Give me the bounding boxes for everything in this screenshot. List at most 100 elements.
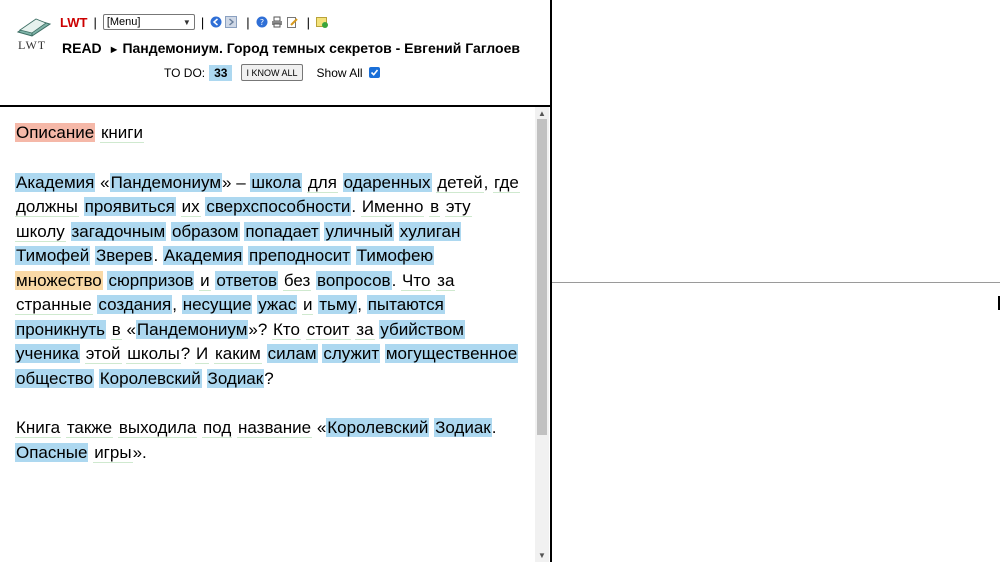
word-term[interactable]: Зверев xyxy=(94,246,154,265)
scroll-up-arrow-icon[interactable]: ▲ xyxy=(538,109,546,118)
lwt-home-link[interactable]: LWT xyxy=(60,15,87,30)
word-term[interactable]: могущественное xyxy=(384,344,519,363)
word-term[interactable]: одаренных xyxy=(342,172,432,192)
word-term[interactable]: выходила xyxy=(117,418,198,438)
word-term[interactable]: где xyxy=(493,172,520,193)
punctuation: , xyxy=(172,295,182,314)
word-term[interactable]: школу xyxy=(15,221,66,242)
word-term[interactable]: школы xyxy=(126,344,181,364)
word-term[interactable]: Тимофею xyxy=(355,246,435,265)
word-term[interactable]: уличный xyxy=(324,221,394,241)
word-term[interactable]: ученика xyxy=(15,344,80,363)
word-term[interactable]: тьму xyxy=(318,295,358,314)
word-term[interactable]: стоит xyxy=(305,319,351,340)
word-term[interactable]: И xyxy=(194,344,210,364)
word-term[interactable]: эту xyxy=(444,197,472,217)
word-term[interactable]: силам xyxy=(266,344,318,363)
word-term[interactable]: множество xyxy=(15,270,103,290)
word-term[interactable]: школа xyxy=(250,172,303,192)
word-term[interactable]: ответов xyxy=(215,270,279,290)
help-icon[interactable]: ? xyxy=(256,16,268,28)
punctuation xyxy=(301,320,306,339)
word-term[interactable]: загадочным xyxy=(70,221,167,241)
punctuation: »? xyxy=(248,319,273,339)
word-term[interactable]: Академия xyxy=(162,246,244,265)
word-term[interactable]: Академия xyxy=(15,172,96,192)
word-term[interactable]: их xyxy=(180,197,201,217)
word-term[interactable]: в xyxy=(429,197,441,217)
word-term[interactable]: и xyxy=(301,295,314,315)
word-term[interactable]: также xyxy=(65,418,114,438)
word-term[interactable]: Опасные xyxy=(15,442,89,462)
word-term[interactable]: в xyxy=(110,319,122,340)
new-text-icon[interactable] xyxy=(316,16,328,28)
word-term[interactable]: для xyxy=(306,172,338,193)
word-term[interactable]: Описание xyxy=(15,123,96,142)
word-term[interactable]: каким xyxy=(213,344,262,364)
scroll-down-arrow-icon[interactable]: ▼ xyxy=(538,551,546,560)
show-all-label: Show All xyxy=(316,65,363,80)
word-term[interactable]: за xyxy=(436,270,456,291)
word-term[interactable]: вопросов xyxy=(315,270,392,290)
print-icon[interactable] xyxy=(271,16,283,28)
word-term[interactable]: проявиться xyxy=(83,197,176,216)
show-all-checkbox[interactable] xyxy=(368,67,380,78)
word-term[interactable]: книги xyxy=(99,123,144,143)
word-term[interactable]: служит xyxy=(322,344,381,363)
word-term[interactable]: преподносит xyxy=(248,246,351,265)
word-term[interactable]: странные xyxy=(15,295,93,315)
word-term[interactable]: сюрпризов xyxy=(107,270,195,290)
word-term[interactable]: Королевский xyxy=(326,418,430,437)
word-term[interactable]: Пандемониум xyxy=(135,319,249,339)
punctuation: « xyxy=(95,172,110,192)
todo-count-badge[interactable]: 33 xyxy=(209,64,233,81)
dictionary-frame xyxy=(552,0,1000,282)
word-term[interactable]: Именно xyxy=(360,197,425,217)
word-term[interactable]: Пандемониум xyxy=(109,172,223,192)
word-term[interactable]: создания xyxy=(97,295,173,314)
word-term[interactable]: хулиган xyxy=(398,221,462,241)
word-term[interactable]: сверхспособности xyxy=(205,197,352,216)
word-term[interactable]: ужас xyxy=(257,295,298,314)
word-term[interactable]: несущие xyxy=(181,295,253,314)
word-term[interactable]: Кто xyxy=(272,319,301,340)
separator: | xyxy=(306,14,310,30)
read-label: READ xyxy=(62,40,102,56)
word-term[interactable]: за xyxy=(355,319,375,340)
word-term[interactable]: под xyxy=(202,418,233,438)
scrollbar[interactable]: ▲ ▼ xyxy=(535,107,549,562)
word-term[interactable]: без xyxy=(282,270,312,291)
word-term[interactable]: Книга xyxy=(15,418,62,438)
word-term[interactable]: общество xyxy=(15,368,95,388)
word-term[interactable]: Зодиак xyxy=(206,368,265,388)
word-term[interactable]: проникнуть xyxy=(15,319,106,339)
word-term[interactable]: этой xyxy=(84,344,122,364)
menu-select[interactable]: [Menu] ▼ xyxy=(102,14,195,30)
edit-icon[interactable] xyxy=(286,16,298,28)
word-term[interactable]: образом xyxy=(170,221,240,241)
word-term[interactable]: попадает xyxy=(244,221,320,241)
punctuation xyxy=(202,369,207,388)
reading-pane: Описание книги Академия «Пандемониум» – ш… xyxy=(0,107,535,562)
word-term[interactable]: должны xyxy=(15,197,79,217)
word-term[interactable]: Зодиак xyxy=(434,418,492,437)
word-term[interactable]: и xyxy=(199,270,211,291)
todo-label: TO DO: xyxy=(164,65,206,80)
punctuation xyxy=(80,344,85,363)
punctuation: . xyxy=(153,246,163,265)
word-term[interactable]: название xyxy=(237,418,313,438)
word-term[interactable]: Тимофей xyxy=(15,246,91,265)
nav-back-icon[interactable] xyxy=(210,16,222,28)
know-all-button[interactable]: I KNOW ALL xyxy=(241,64,303,81)
word-edit-frame xyxy=(552,283,1000,562)
word-term[interactable]: пытаются xyxy=(366,295,445,314)
word-term[interactable]: Королевский xyxy=(98,368,202,388)
word-term[interactable]: убийством xyxy=(379,319,465,339)
word-term[interactable]: игры xyxy=(93,442,133,463)
word-term[interactable]: детей xyxy=(436,172,484,193)
word-term[interactable]: Что xyxy=(401,270,432,291)
scrollbar-thumb[interactable] xyxy=(537,119,547,435)
punctuation: » – xyxy=(222,172,251,192)
nav-next-icon[interactable] xyxy=(225,16,238,28)
text-paragraph: Книга также выходила под название «Корол… xyxy=(15,416,525,465)
